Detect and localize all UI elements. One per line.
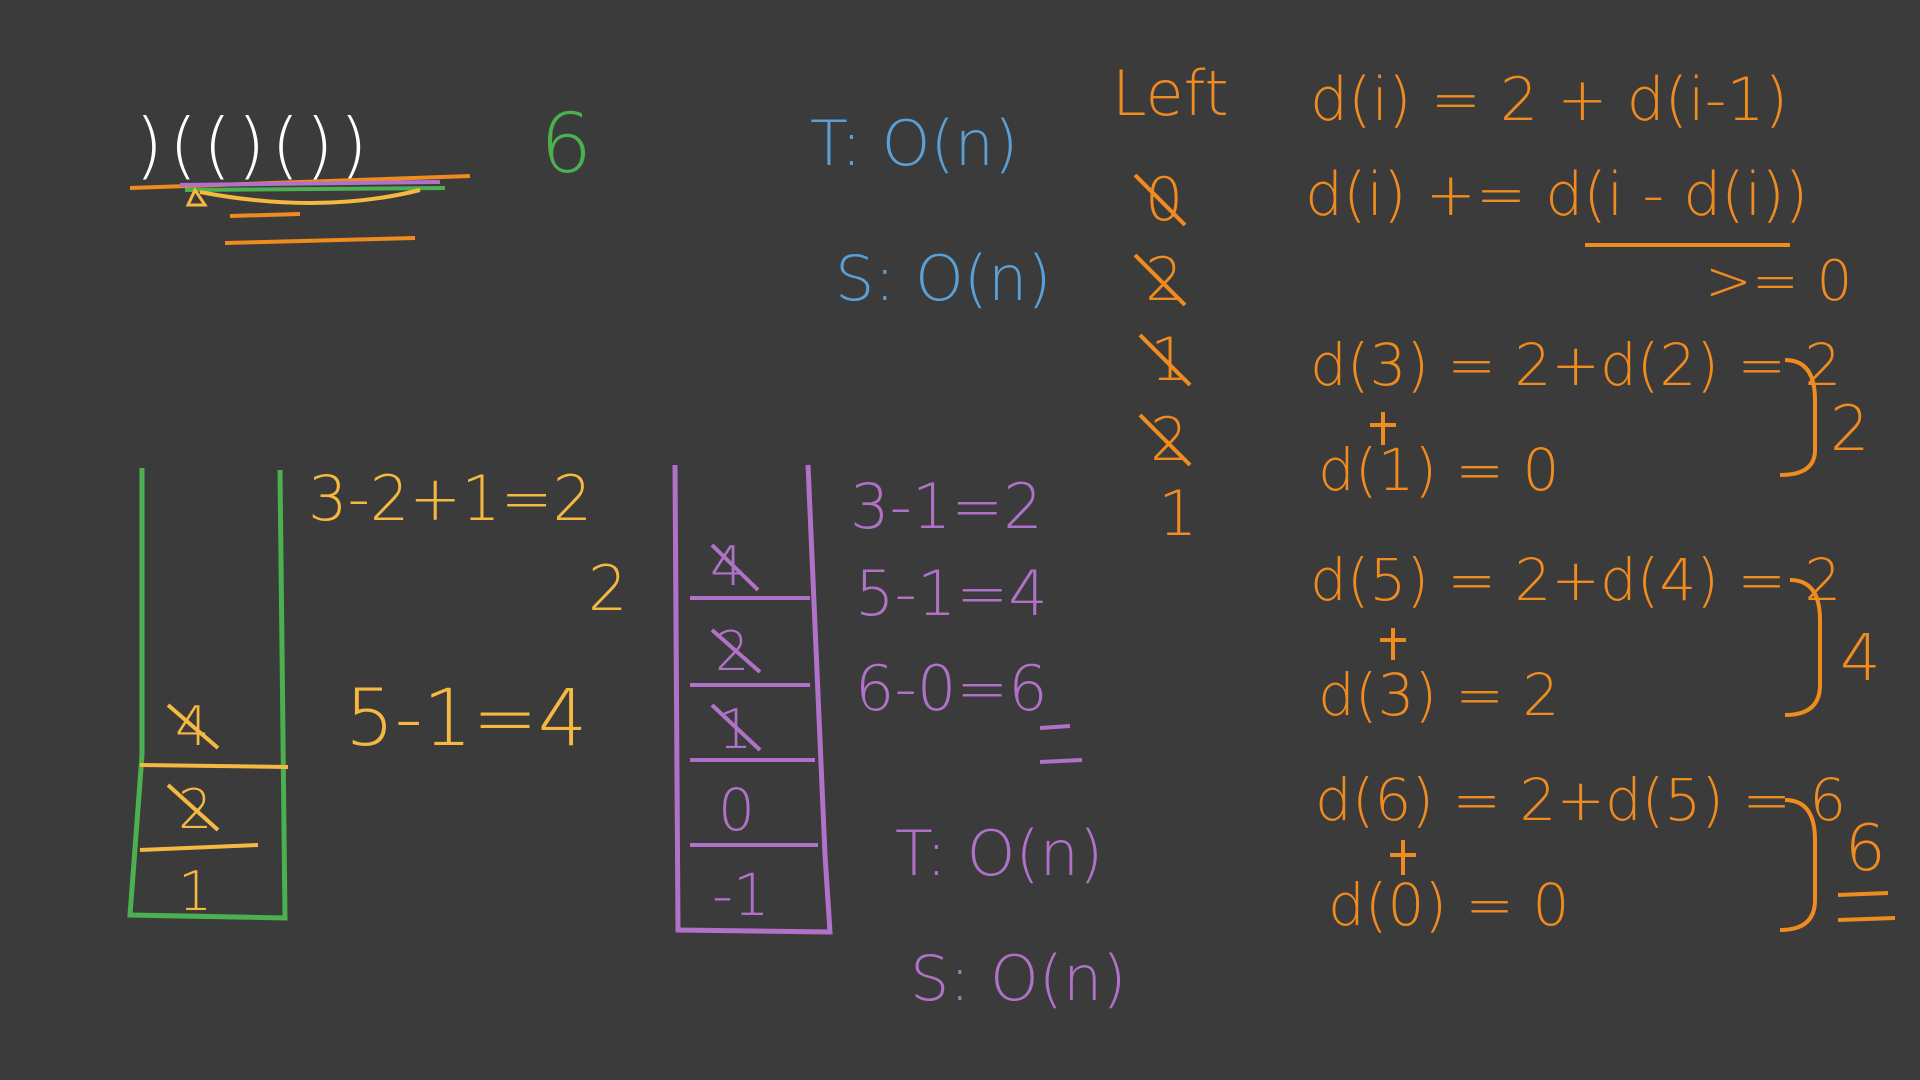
green-calc-1-result: 2 [588,552,627,625]
paren-string: )(()()) [135,103,374,187]
left-value-2: 1 [1150,325,1188,395]
purple-calc-2: 5-1=4 [855,557,1048,630]
recurrence-line2: d(i) += d(i - d(i)) [1305,160,1808,230]
example-2-sub: d(3) = 2 [1318,661,1559,729]
purple-stack-cell-3: 0 [718,776,755,844]
underline-orange-2 [229,212,301,218]
purple-stack-cell-4: -1 [712,861,770,929]
purple-space-complexity: S: O(n) [910,942,1126,1015]
left-value-1: 2 [1145,245,1183,315]
green-calc-2: 5-1=4 [345,674,587,764]
left-value-0: 0 [1145,165,1183,235]
example-1-main: d(3) = 2+d(2) = 2 [1310,331,1841,399]
green-calc-1: 3-2+1=2 [308,462,592,535]
purple-stack-cell-0: 4 [710,535,744,598]
left-value-3: 2 [1150,405,1188,475]
example-2-total: 4 [1840,622,1881,696]
left-value-4: 1 [1158,477,1197,550]
purple-calc-1: 3-1=2 [850,470,1043,543]
purple-time-complexity: T: O(n) [895,817,1103,890]
purple-stack-cell-2: 1 [718,698,752,761]
recurrence-line1: d(i) = 2 + d(i-1) [1310,65,1788,135]
time-complexity-top: T: O(n) [810,107,1018,180]
left-header: Left [1112,57,1229,130]
example-2-main: d(5) = 2+d(4) = 2 [1310,546,1841,614]
example-1-sub: d(1) = 0 [1318,436,1559,504]
example-3-main: d(6) = 2+d(5) = 6 [1315,766,1846,834]
purple-stack-cell-1: 2 [715,620,749,683]
answer-value: 6 [540,97,592,192]
underline-green [184,186,446,192]
recurrence-condition: >= 0 [1705,249,1852,314]
example-1-total: 2 [1830,392,1869,465]
space-complexity-top: S: O(n) [835,242,1051,315]
whiteboard-canvas: )(()()) 6 T: O(n) S: O(n) Left 0 2 1 2 1… [0,0,1920,1080]
purple-calc-3: 6-0=6 [855,652,1048,725]
green-stack-divider-1 [139,763,289,769]
green-stack-cell-2: 1 [178,860,212,923]
example-3-sub: d(0) = 0 [1328,871,1569,939]
example-3-total: 6 [1845,812,1886,886]
